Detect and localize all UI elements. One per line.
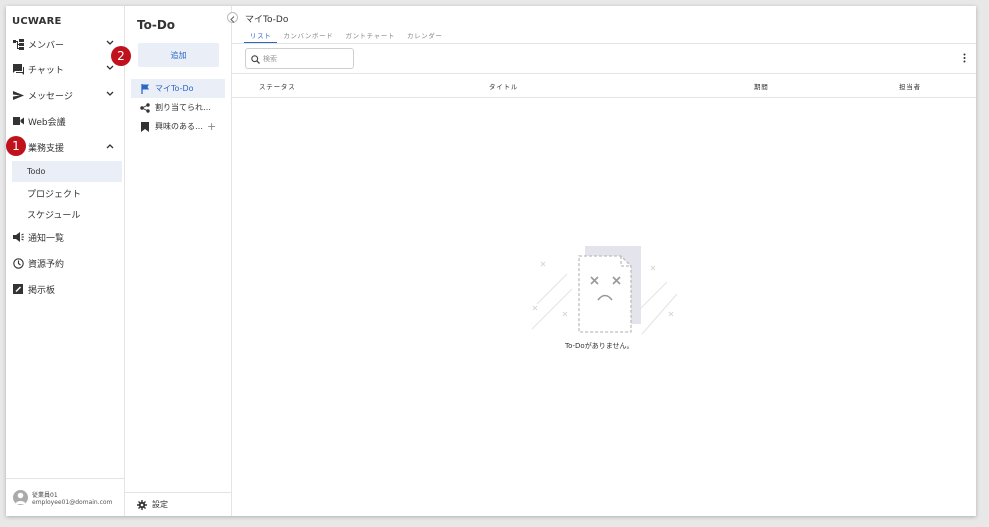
list-item-interested[interactable]: 興味のある… + xyxy=(131,117,225,136)
search-icon xyxy=(251,49,260,68)
user-profile[interactable]: 従業員01 employee01@domain.com xyxy=(6,478,125,516)
panel-title: To-Do xyxy=(137,18,176,32)
add-button[interactable]: 追加 xyxy=(138,43,219,67)
search-placeholder: 検索 xyxy=(263,54,277,63)
annotation-badge-2: 2 xyxy=(111,46,131,66)
sidebar-item-label: Web会議 xyxy=(28,117,66,128)
chevron-down-icon xyxy=(105,38,115,48)
sidebar-item-label: 資源予約 xyxy=(28,259,65,270)
video-icon xyxy=(12,115,24,127)
user-email: employee01@domain.com xyxy=(32,498,113,506)
flag-icon xyxy=(140,83,150,94)
more-options-icon[interactable] xyxy=(960,52,968,64)
sidebar-item-bulletin-board[interactable]: 掲示板 xyxy=(6,278,125,300)
sidebar-item-label: チャット xyxy=(28,65,64,76)
list-item-my-todo[interactable]: マイTo-Do xyxy=(131,79,225,98)
sidebar-item-members[interactable]: メンバー xyxy=(6,33,125,55)
megaphone-icon xyxy=(12,231,24,243)
column-header-status[interactable]: ステータス xyxy=(259,81,296,91)
sidebar-item-messages[interactable]: メッセージ xyxy=(6,84,125,106)
sidebar: UCWARE メンバー チャット メッセージ Web会議 業務支援 Todo プ… xyxy=(6,6,125,516)
sidebar-subitem-project[interactable]: プロジェクト xyxy=(12,183,122,204)
collapse-panel-button[interactable] xyxy=(227,12,238,23)
tab-gantt[interactable]: ガントチャート xyxy=(339,30,401,44)
chevron-left-icon xyxy=(230,8,235,27)
column-header-assignee[interactable]: 担当者 xyxy=(899,81,921,91)
chevron-down-icon xyxy=(105,63,115,73)
add-list-icon[interactable]: + xyxy=(207,120,216,133)
sidebar-item-chat[interactable]: チャット xyxy=(6,58,125,80)
brand-logo: UCWARE xyxy=(12,16,62,27)
column-header-title[interactable]: タイトル xyxy=(489,81,518,91)
page-title: マイTo-Do xyxy=(245,15,289,25)
chevron-up-icon xyxy=(105,141,115,151)
sidebar-item-resource-booking[interactable]: 資源予約 xyxy=(6,252,125,274)
sidebar-item-label: 掲示板 xyxy=(28,285,56,296)
empty-state-message: To-Doがありません。 xyxy=(565,342,634,350)
user-name: 従業員01 xyxy=(32,491,58,499)
app-window: UCWARE メンバー チャット メッセージ Web会議 業務支援 Todo プ… xyxy=(6,6,976,516)
sidebar-item-label: 業務支援 xyxy=(28,143,65,154)
divider xyxy=(232,73,976,74)
avatar xyxy=(13,490,28,505)
sidebar-item-web-meeting[interactable]: Web会議 xyxy=(6,110,125,132)
list-item-label: マイTo-Do xyxy=(155,84,194,93)
settings-label: 設定 xyxy=(152,500,168,509)
divider xyxy=(232,97,976,98)
sidebar-item-label: 通知一覧 xyxy=(28,233,65,244)
settings-button[interactable]: 設定 xyxy=(125,492,231,516)
list-item-assigned[interactable]: 割り当てられ… xyxy=(131,98,225,117)
sidebar-subitem-schedule[interactable]: スケジュール xyxy=(12,204,122,225)
board-icon xyxy=(12,283,24,295)
divider xyxy=(232,43,976,44)
send-icon xyxy=(12,89,24,101)
chat-icon xyxy=(12,63,24,75)
gear-icon xyxy=(137,499,147,510)
sidebar-item-label: メンバー xyxy=(28,40,65,51)
chevron-down-icon xyxy=(105,89,115,99)
tab-list[interactable]: リスト xyxy=(244,30,278,44)
sidebar-item-notifications[interactable]: 通知一覧 xyxy=(6,226,125,248)
clock-icon xyxy=(12,257,24,269)
sidebar-subitem-todo[interactable]: Todo xyxy=(12,161,122,182)
share-icon xyxy=(140,102,150,113)
tab-kanban[interactable]: カンバンボード xyxy=(277,30,339,44)
todo-list-panel: To-Do 追加 マイTo-Do 割り当てられ… 興味のある… + 設定 xyxy=(125,6,232,516)
sidebar-item-label: メッセージ xyxy=(28,91,73,102)
main-content: マイTo-Do リスト カンバンボード ガントチャート カレンダー 検索 ステー… xyxy=(232,6,976,516)
annotation-badge-1: 1 xyxy=(6,136,26,156)
list-item-label: 割り当てられ… xyxy=(155,103,211,112)
view-tabs: リスト カンバンボード ガントチャート カレンダー xyxy=(244,30,448,44)
list-item-label: 興味のある… xyxy=(155,122,203,131)
bookmark-icon xyxy=(140,121,150,132)
org-chart-icon xyxy=(12,38,24,50)
empty-state-illustration xyxy=(527,234,687,344)
search-input[interactable]: 検索 xyxy=(245,48,354,69)
column-header-period[interactable]: 期間 xyxy=(754,81,769,91)
tab-calendar[interactable]: カレンダー xyxy=(401,30,449,44)
